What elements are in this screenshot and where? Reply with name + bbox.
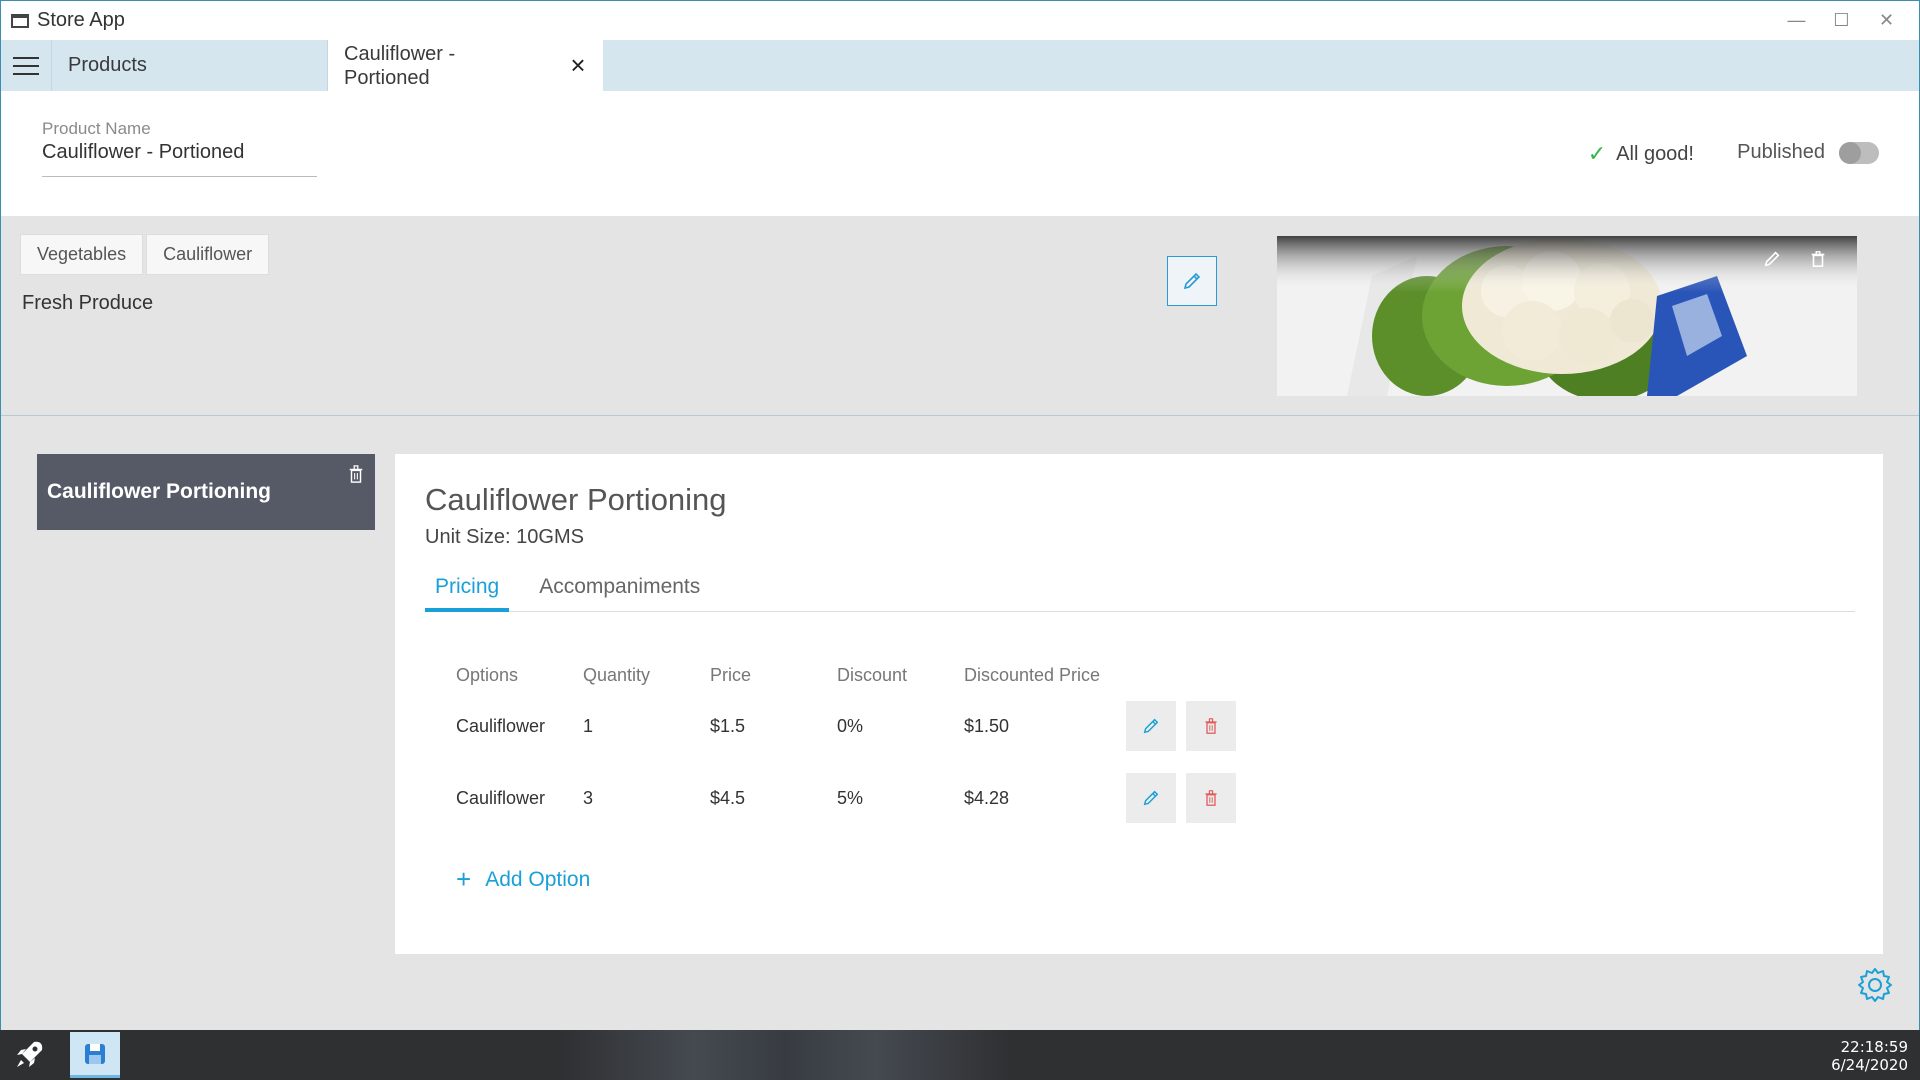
maximize-icon[interactable]: ☐ <box>1819 1 1864 40</box>
minimize-icon[interactable]: — <box>1774 1 1819 40</box>
cell-discount: 0% <box>837 715 864 736</box>
tab-pricing[interactable]: Pricing <box>425 562 510 612</box>
title-bar: Store App — ☐ ✕ <box>1 1 1919 40</box>
tag-chip[interactable]: Cauliflower <box>146 234 270 275</box>
product-header: Product Name Cauliflower - Portioned ✓ A… <box>1 91 1919 216</box>
rocket-launcher-icon[interactable] <box>12 1038 46 1072</box>
published-toggle[interactable] <box>1839 141 1879 164</box>
close-window-icon[interactable]: ✕ <box>1864 1 1909 40</box>
unit-size-text: Unit Size: 10GMS <box>425 526 584 548</box>
trash-icon <box>1205 790 1217 806</box>
cell-option: Cauliflower <box>456 715 546 736</box>
add-option-button[interactable]: + Add Option <box>456 864 590 895</box>
taskbar-store-app[interactable] <box>70 1032 120 1078</box>
product-name-label: Product Name <box>42 119 151 138</box>
sidebar-item-cauliflower-portioning[interactable]: Cauliflower Portioning <box>37 454 375 530</box>
tag-chip[interactable]: Vegetables <box>20 234 144 275</box>
table-row: Cauliflower 1 $1.5 0% $1.50 <box>456 690 1236 762</box>
delete-option-button[interactable] <box>1186 701 1236 751</box>
clock-date: 6/24/2020 <box>1831 1056 1908 1074</box>
tab-active-label: Cauliflower - Portioned <box>344 42 456 89</box>
cell-discounted-price: $1.50 <box>964 715 1010 736</box>
check-icon: ✓ <box>1587 141 1607 166</box>
app-window: Store App — ☐ ✕ Products Cauliflower - P… <box>0 0 1920 1031</box>
category-text: Fresh Produce <box>22 292 154 314</box>
delete-image-icon[interactable] <box>1809 250 1827 268</box>
delete-option-button[interactable] <box>1186 773 1236 823</box>
published-control: Published <box>1737 141 1879 164</box>
plus-icon: + <box>456 864 472 894</box>
pencil-icon <box>1183 272 1201 290</box>
taskbar: 22:18:59 6/24/2020 <box>0 1030 1920 1080</box>
cell-quantity: 1 <box>583 715 594 736</box>
window-icon <box>11 13 29 28</box>
tab-bar: Products Cauliflower - Portioned × <box>1 40 1919 91</box>
main-content: Cauliflower Portioning Cauliflower Porti… <box>1 417 1919 1031</box>
header-quantity: Quantity <box>583 664 651 685</box>
panel-title: Cauliflower Portioning <box>425 482 727 517</box>
settings-gear-icon[interactable] <box>1855 965 1895 1005</box>
tab-products-label: Products <box>68 54 147 76</box>
taskbar-clock: 22:18:59 6/24/2020 <box>1831 1038 1908 1074</box>
cell-discounted-price: $4.28 <box>964 787 1010 808</box>
hamburger-menu-icon[interactable] <box>1 40 52 91</box>
cell-price: $4.5 <box>710 787 746 808</box>
clock-time: 22:18:59 <box>1840 1038 1908 1056</box>
tag-list: Vegetables Cauliflower <box>20 234 270 275</box>
header-discount: Discount <box>837 664 908 685</box>
edit-image-icon[interactable] <box>1763 250 1781 268</box>
row-actions <box>1126 701 1236 751</box>
table-header: Options Quantity Price Discount Discount… <box>456 660 1236 690</box>
product-info-section: Vegetables Cauliflower Fresh Produce <box>1 216 1919 416</box>
status-indicator: ✓ All good! <box>1588 141 1694 167</box>
delete-portioning-icon[interactable] <box>347 464 365 484</box>
window-controls: — ☐ ✕ <box>1774 1 1909 40</box>
image-actions <box>1763 250 1827 268</box>
table-row: Cauliflower 3 $4.5 5% $4.28 <box>456 762 1236 834</box>
tab-cauliflower-portioned[interactable]: Cauliflower - Portioned × <box>328 40 603 91</box>
header-options: Options <box>456 664 519 685</box>
pencil-icon <box>1143 790 1159 806</box>
row-actions <box>1126 773 1236 823</box>
cell-discount: 5% <box>837 787 864 808</box>
cell-quantity: 3 <box>583 787 594 808</box>
tab-accompaniments[interactable]: Accompaniments <box>529 562 710 612</box>
edit-info-button[interactable] <box>1167 256 1217 306</box>
edit-option-button[interactable] <box>1126 773 1176 823</box>
edit-option-button[interactable] <box>1126 701 1176 751</box>
window-title: Store App <box>37 9 125 31</box>
cell-price: $1.5 <box>710 715 746 736</box>
pricing-table: Options Quantity Price Discount Discount… <box>456 660 1236 834</box>
pencil-icon <box>1143 718 1159 734</box>
portioning-panel: Cauliflower Portioning Unit Size: 10GMS … <box>395 454 1883 954</box>
cell-option: Cauliflower <box>456 787 546 808</box>
product-image <box>1277 236 1857 396</box>
tab-products[interactable]: Products <box>52 40 328 91</box>
header-discounted-price: Discounted Price <box>964 664 1101 685</box>
product-name-field[interactable]: Cauliflower - Portioned <box>42 141 317 177</box>
panel-tabs: Pricing Accompaniments <box>425 562 1855 612</box>
published-label: Published <box>1737 141 1825 163</box>
add-option-label: Add Option <box>485 867 591 891</box>
desktop-background <box>560 1030 1010 1080</box>
status-text: All good! <box>1616 142 1694 165</box>
close-tab-icon[interactable]: × <box>565 52 591 78</box>
trash-icon <box>1205 718 1217 734</box>
floppy-disk-icon <box>85 1043 105 1064</box>
sidebar-item-label: Cauliflower Portioning <box>47 480 271 503</box>
header-price: Price <box>710 664 752 685</box>
